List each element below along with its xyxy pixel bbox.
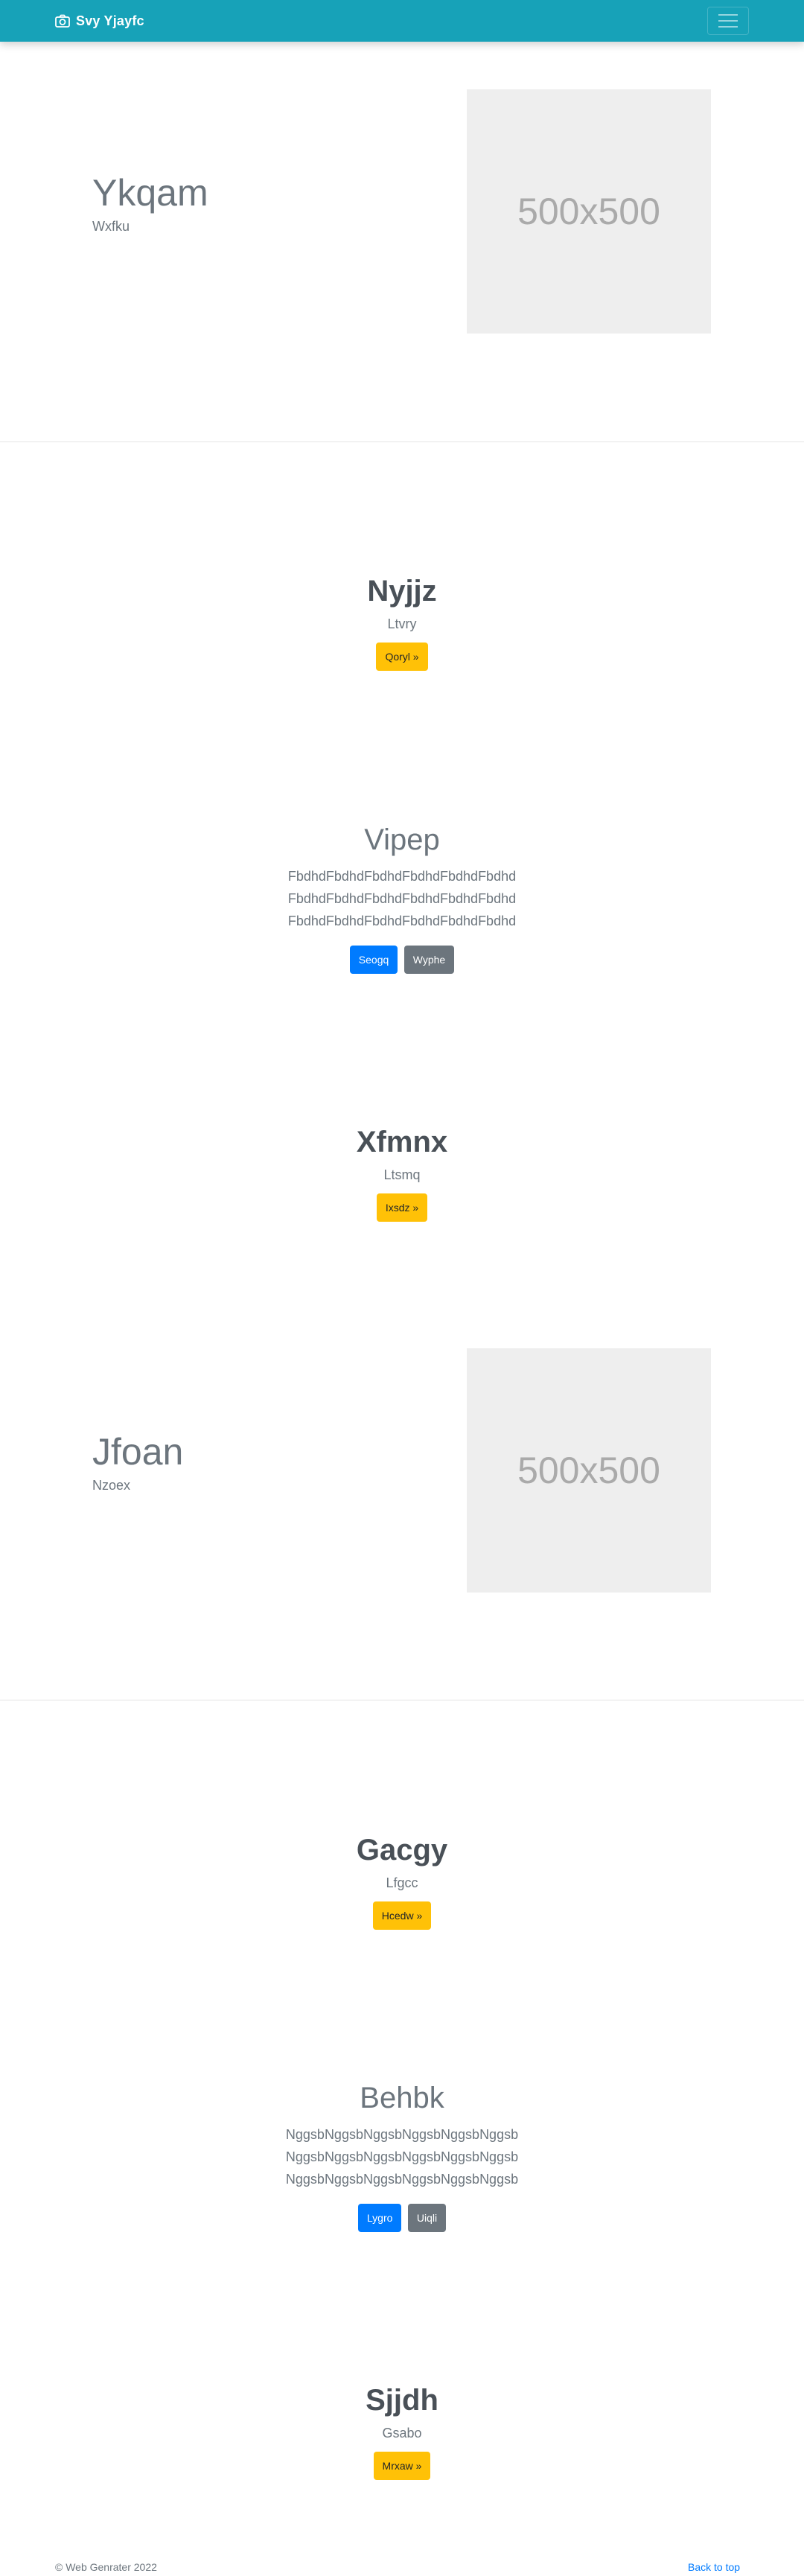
secondary-button[interactable]: Uiqli xyxy=(407,2204,447,2232)
jumbotron-line: NggsbNggsbNggsbNggsbNggsbNggsb xyxy=(285,2149,519,2164)
feature-image: 500x500 xyxy=(467,1348,711,1593)
feature-subheading: Wxfku xyxy=(92,219,130,234)
feature-image: 500x500 xyxy=(467,89,711,334)
hamburger-menu-icon xyxy=(718,12,738,30)
jumbotron-section-1: Vipep FbdhdFbdhdFbdhdFbdhdFbdhdFbdhd Fbd… xyxy=(0,822,804,974)
cta-title: Gacgy xyxy=(356,1834,448,1866)
jumbotron-line: FbdhdFbdhdFbdhdFbdhdFbdhdFbdhd xyxy=(287,891,517,906)
cta-title: Sjjdh xyxy=(366,2384,438,2417)
jumbotron-section-2: Behbk NggsbNggsbNggsbNggsbNggsbNggsb Ngg… xyxy=(0,2080,804,2232)
brand-name: Svy Yjayfc xyxy=(76,13,144,28)
section-divider xyxy=(0,441,804,442)
cta-section-2: Xfmnx Ltsmq Ixsdz » xyxy=(0,1124,804,1222)
cta-section-1: Nyjjz Ltvry Qoryl » xyxy=(0,573,804,671)
cta-text: Lfgcc xyxy=(386,1875,418,1890)
feature-subheading: Nzoex xyxy=(92,1478,131,1493)
cta-button[interactable]: Ixsdz » xyxy=(376,1193,428,1222)
cta-button[interactable]: Mrxaw » xyxy=(373,2452,431,2480)
jumbotron-line: NggsbNggsbNggsbNggsbNggsbNggsb xyxy=(285,2127,519,2142)
jumbotron-text: NggsbNggsbNggsbNggsbNggsbNggsb NggsbNggs… xyxy=(0,2123,804,2190)
copyright-text: © Web Genrater 2022 xyxy=(55,2561,157,2573)
cta-title: Nyjjz xyxy=(367,575,437,608)
jumbotron-title: Behbk xyxy=(360,2082,444,2114)
image-placeholder-text: 500x500 xyxy=(517,1450,660,1491)
cta-button[interactable]: Qoryl » xyxy=(376,643,428,671)
camera-icon xyxy=(55,14,70,28)
back-to-top-link[interactable]: Back to top xyxy=(688,2561,740,2573)
navbar-toggler-button[interactable] xyxy=(707,7,749,35)
cta-title: Xfmnx xyxy=(356,1126,448,1158)
jumbotron-line: NggsbNggsbNggsbNggsbNggsbNggsb xyxy=(285,2172,519,2187)
cta-section-4: Sjjdh Gsabo Mrxaw » xyxy=(0,2382,804,2480)
cta-text: Ltvry xyxy=(387,616,417,631)
jumbotron-line: FbdhdFbdhdFbdhdFbdhdFbdhdFbdhd xyxy=(287,869,517,884)
cta-text: Gsabo xyxy=(382,2426,422,2440)
brand-link[interactable]: Svy Yjayfc xyxy=(55,12,144,30)
cta-button[interactable]: Hcedw » xyxy=(372,1901,432,1930)
navbar: Svy Yjayfc xyxy=(0,0,804,42)
jumbotron-line: FbdhdFbdhdFbdhdFbdhdFbdhdFbdhd xyxy=(287,914,517,928)
cta-text: Ltsmq xyxy=(383,1167,421,1182)
cta-section-3: Gacgy Lfgcc Hcedw » xyxy=(0,1832,804,1930)
image-placeholder-text: 500x500 xyxy=(517,191,660,232)
jumbotron-title: Vipep xyxy=(364,823,440,856)
secondary-button[interactable]: Wyphe xyxy=(403,946,455,974)
jumbotron-text: FbdhdFbdhdFbdhdFbdhdFbdhdFbdhd FbdhdFbdh… xyxy=(0,865,804,932)
primary-button[interactable]: Seogq xyxy=(349,946,398,974)
feature-heading: Jfoan xyxy=(92,1431,184,1473)
feature-heading: Ykqam xyxy=(92,172,208,214)
primary-button[interactable]: Lygro xyxy=(357,2204,402,2232)
